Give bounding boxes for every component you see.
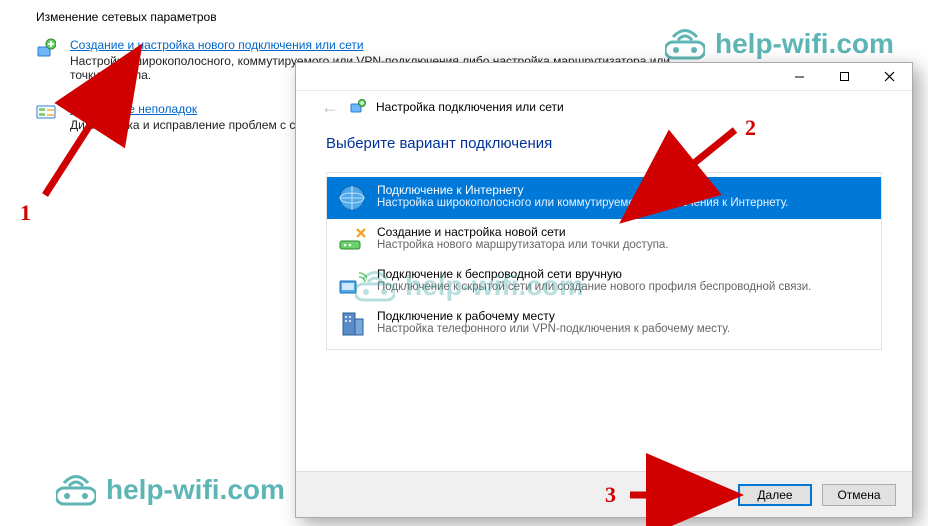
option-workplace[interactable]: Подключение к рабочему месту Настройка т… (327, 303, 881, 345)
modal-title: Выберите вариант подключения (326, 135, 882, 152)
option-desc: Настройка телефонного или VPN-подключени… (377, 323, 730, 335)
new-connection-icon (36, 38, 56, 58)
globe-icon (337, 183, 367, 213)
annotation-1: 1 (20, 200, 31, 226)
section-heading: Изменение сетевых параметров (36, 10, 676, 24)
minimize-button[interactable] (777, 63, 822, 90)
option-desc: Настройка широкополосного или коммутируе… (377, 197, 788, 209)
next-button[interactable]: Далее (738, 484, 812, 506)
watermark-bottom: help-wifi.com (56, 474, 285, 506)
breadcrumb: ← Настройка подключения или сети (296, 91, 912, 123)
option-wifi-manual[interactable]: Подключение к беспроводной сети вручную … (327, 261, 881, 303)
connection-options: Подключение к Интернету Настройка широко… (326, 172, 882, 350)
wizard-icon (350, 99, 366, 115)
option-title: Подключение к Интернету (377, 183, 788, 197)
titlebar (296, 63, 912, 91)
modal-footer: Далее Отмена (296, 471, 912, 517)
option-new-network[interactable]: Создание и настройка новой сети Настройк… (327, 219, 881, 261)
troubleshoot-icon (36, 102, 56, 122)
option-title: Создание и настройка новой сети (377, 225, 669, 239)
cancel-button[interactable]: Отмена (822, 484, 896, 506)
office-icon (337, 309, 367, 339)
option-desc: Настройка нового маршрутизатора или точк… (377, 239, 669, 251)
troubleshoot-link[interactable]: Устранение неполадок (70, 102, 197, 116)
option-desc: Подключение к скрытой сети или создание … (377, 281, 811, 293)
close-button[interactable] (867, 63, 912, 90)
back-icon: ← (320, 97, 340, 117)
crumb-text: Настройка подключения или сети (376, 100, 564, 114)
option-title: Подключение к рабочему месту (377, 309, 730, 323)
connection-wizard-window: ← Настройка подключения или сети Выберит… (295, 62, 913, 518)
watermark-top: help-wifi.com (665, 28, 894, 60)
option-title: Подключение к беспроводной сети вручную (377, 267, 811, 281)
wifi-icon (337, 267, 367, 297)
create-connection-link[interactable]: Создание и настройка нового подключения … (70, 38, 364, 52)
option-internet[interactable]: Подключение к Интернету Настройка широко… (327, 177, 881, 219)
maximize-button[interactable] (822, 63, 867, 90)
router-plus-icon (337, 225, 367, 255)
